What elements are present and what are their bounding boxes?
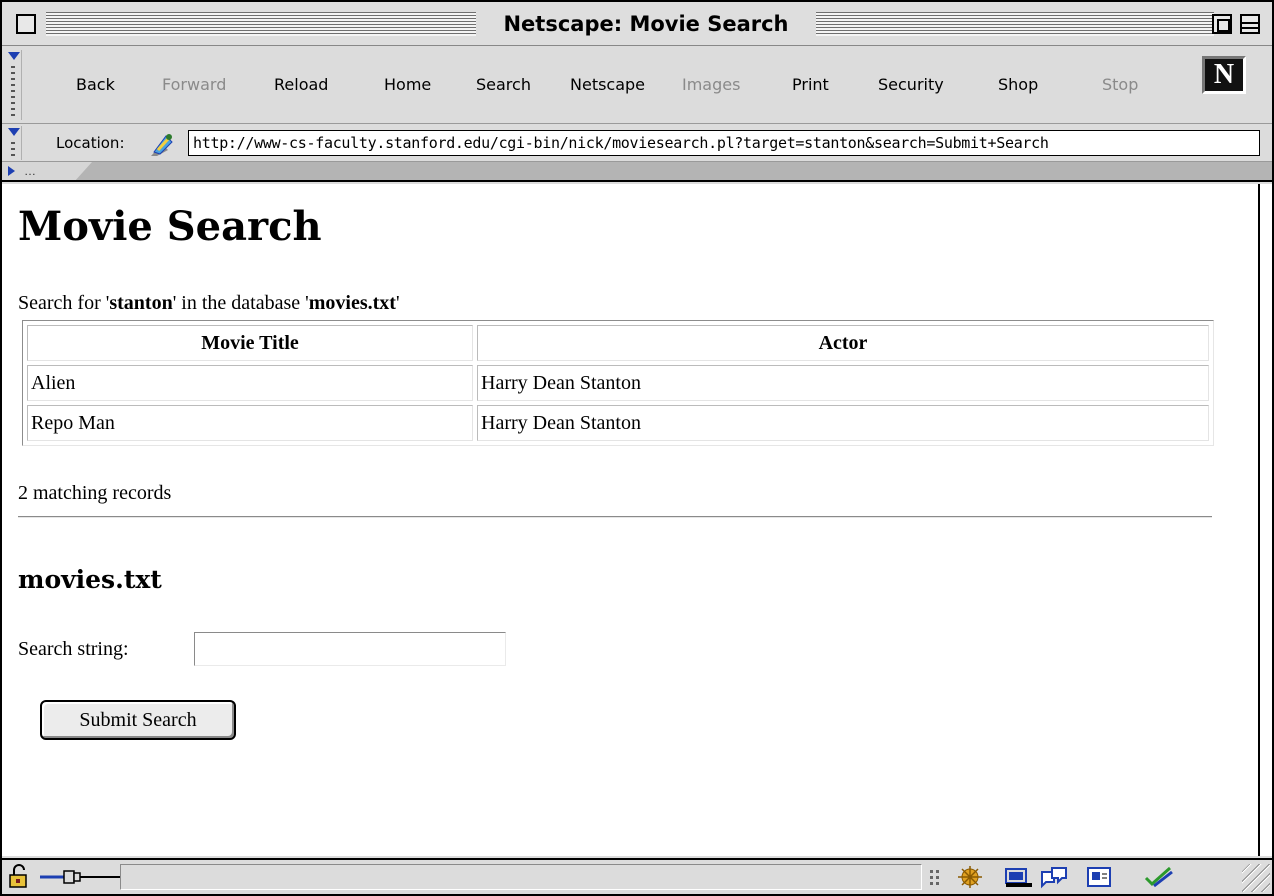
results-table: Movie Title Actor Alien Harry Dean Stant…: [22, 320, 1214, 446]
column-header-actor: Actor: [477, 325, 1209, 361]
disclosure-triangle-icon: [8, 52, 20, 60]
submit-search-button[interactable]: Submit Search: [40, 700, 236, 740]
security-lock-icon[interactable]: [6, 864, 42, 890]
column-header-movie-title: Movie Title: [27, 325, 473, 361]
table-row: Alien Harry Dean Stanton: [27, 365, 1209, 401]
content-scroll-edge: [1258, 184, 1260, 856]
toolbar-collapse-tab[interactable]: [6, 50, 22, 120]
netscape-button[interactable]: Netscape: [570, 46, 645, 124]
location-collapse-tab[interactable]: [6, 126, 22, 160]
personal-toolbar-ellipsis: …: [24, 164, 36, 178]
images-button[interactable]: Images: [682, 46, 740, 124]
browser-window: Netscape: Movie Search Back Forward Relo…: [0, 0, 1274, 896]
title-bar[interactable]: Netscape: Movie Search: [2, 2, 1272, 46]
summary-middle: ' in the database ': [172, 292, 309, 314]
personal-toolbar-tab[interactable]: …: [2, 162, 92, 180]
back-button[interactable]: Back: [76, 46, 115, 124]
personal-toolbar-collapsed[interactable]: …: [2, 162, 1272, 182]
composer-icon[interactable]: [1082, 864, 1116, 890]
cell-actor: Harry Dean Stanton: [477, 405, 1209, 441]
home-button[interactable]: Home: [384, 46, 431, 124]
location-toolbar: Location:: [2, 124, 1272, 162]
summary-prefix: Search for ': [18, 292, 110, 314]
cell-movie-title: Repo Man: [27, 405, 473, 441]
grip-dots-icon: [11, 142, 15, 158]
edit-icon[interactable]: [1142, 864, 1176, 890]
page-title: Movie Search: [18, 203, 322, 250]
search-button[interactable]: Search: [476, 46, 531, 124]
resize-grip[interactable]: [1242, 864, 1270, 892]
close-box-icon[interactable]: [16, 14, 36, 34]
reload-button[interactable]: Reload: [274, 46, 328, 124]
grip-dots-icon: [11, 66, 15, 118]
status-message: [120, 864, 922, 890]
cell-movie-title: Alien: [27, 365, 473, 401]
netscape-logo-icon[interactable]: N: [1202, 56, 1246, 94]
mail-icon[interactable]: [1002, 864, 1036, 890]
table-row: Repo Man Harry Dean Stanton: [27, 405, 1209, 441]
shop-button[interactable]: Shop: [998, 46, 1038, 124]
summary-suffix: ': [395, 292, 400, 314]
match-count: 2 matching records: [18, 482, 172, 504]
database-name: movies.txt: [308, 292, 396, 314]
security-button[interactable]: Security: [878, 46, 944, 124]
stop-button[interactable]: Stop: [1102, 46, 1138, 124]
search-term: stanton: [109, 292, 173, 314]
search-summary: Search for 'stanton' in the database 'mo…: [18, 290, 400, 316]
status-bar: [2, 858, 1272, 894]
disclosure-triangle-icon: [8, 128, 20, 136]
navigation-toolbar: Back Forward Reload Home Search Netscape…: [2, 46, 1272, 124]
connection-icon: [40, 870, 120, 884]
search-string-input[interactable]: [194, 632, 506, 666]
expand-triangle-icon: [8, 166, 15, 176]
table-header-row: Movie Title Actor: [27, 325, 1209, 361]
location-label: Location:: [56, 134, 125, 152]
discussion-icon[interactable]: [1038, 864, 1072, 890]
url-input[interactable]: [188, 130, 1260, 156]
navigator-icon[interactable]: [954, 864, 988, 890]
form-title: movies.txt: [18, 565, 162, 594]
horizontal-rule: [18, 516, 1212, 518]
zoom-box-icon[interactable]: [1212, 14, 1232, 34]
page-proxy-icon[interactable]: [148, 130, 176, 158]
window-title: Netscape: Movie Search: [476, 8, 816, 40]
search-string-label: Search string:: [18, 638, 129, 660]
collapse-box-icon[interactable]: [1240, 14, 1260, 34]
cell-actor: Harry Dean Stanton: [477, 365, 1209, 401]
page-content: Movie Search Search for 'stanton' in the…: [2, 184, 1272, 856]
print-button[interactable]: Print: [792, 46, 829, 124]
forward-button[interactable]: Forward: [162, 46, 226, 124]
